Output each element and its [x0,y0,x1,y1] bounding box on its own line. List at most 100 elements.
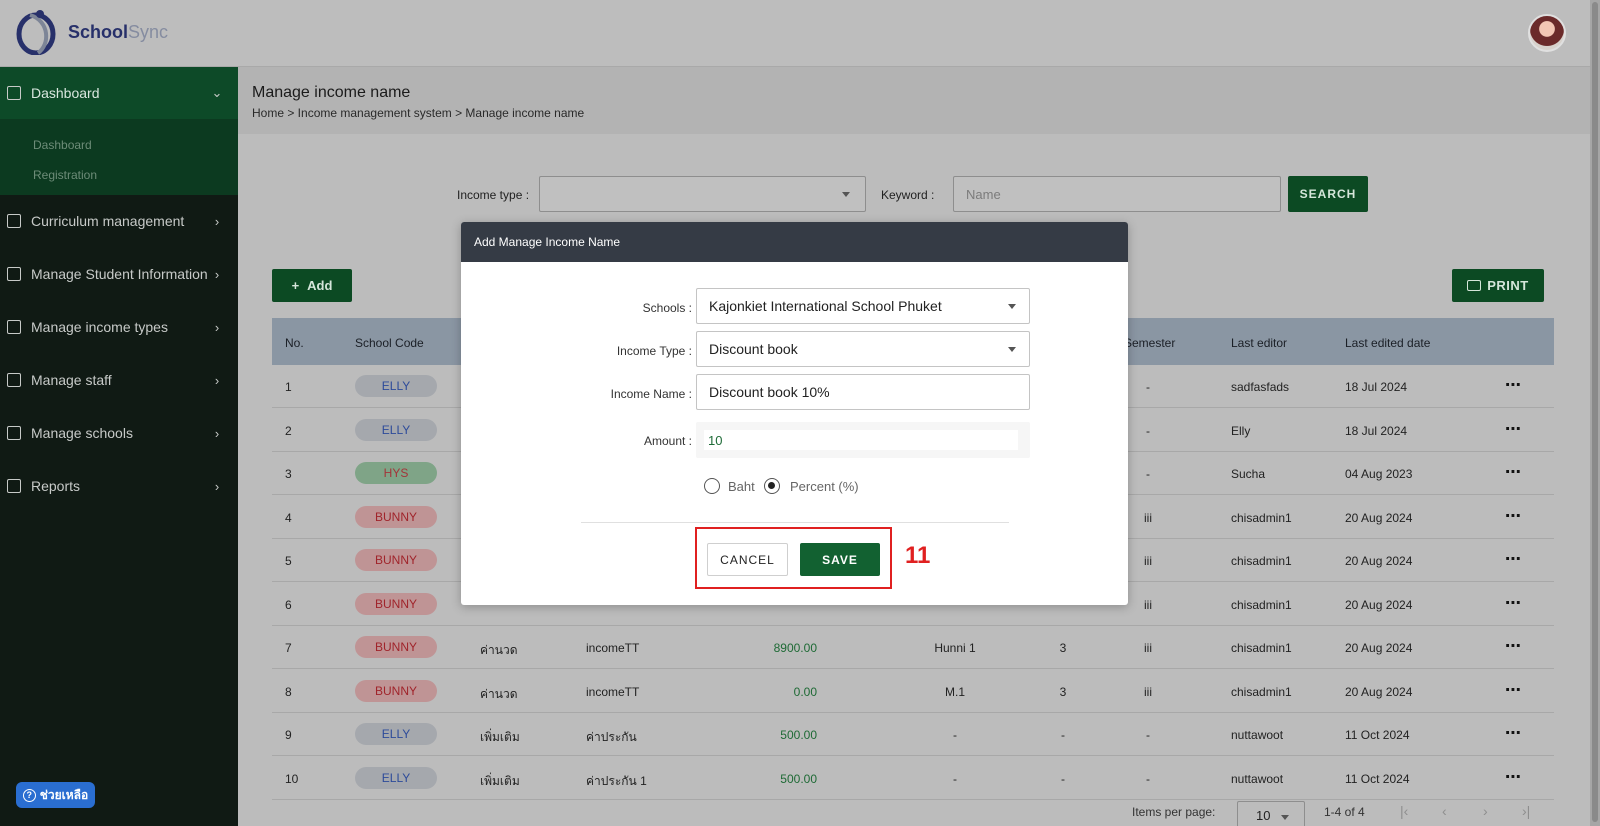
page-header [238,67,1590,134]
subitem-dashboard[interactable]: Dashboard [33,138,92,152]
cell-last-edited-date: 04 Aug 2023 [1345,467,1413,481]
sidebar-item-label: Manage staff [31,372,112,388]
schools-label: Schools : [642,301,692,315]
sidebar-item-schools[interactable]: Manage schools › [0,407,238,459]
help-button[interactable]: ? ช่วยเหลือ [16,782,95,808]
print-button[interactable]: PRINT [1452,269,1544,302]
cell-last-editor: chisadmin1 [1231,554,1292,568]
cell-semester: - [1146,467,1150,481]
baht-radio[interactable] [704,478,720,494]
cell-semester: iii [1144,597,1152,612]
dialog-divider [581,522,1009,523]
items-per-page-label: Items per page: [1132,805,1216,819]
last-page-icon[interactable]: ›| [1522,803,1530,819]
table-row: BUNNY 7 ค่านวด incomeTT 8900.00 Hunni 1 3 iii ch… [272,626,1554,669]
cell-year: 3 [1059,641,1067,655]
question-icon: ? [22,788,36,802]
percent-radio[interactable] [764,478,780,494]
step-number: 11 [905,542,931,569]
more-actions-icon[interactable]: ⋯ [1505,636,1522,656]
sidebar-item-curriculum[interactable]: Curriculum management › [0,195,238,247]
school-code-badge: ELLY [355,418,437,441]
cell-no: 6 [285,597,292,612]
income-type-select[interactable] [539,176,866,212]
search-button[interactable]: SEARCH [1288,176,1368,212]
amount-label: Amount : [643,434,692,448]
cell-level: Hunni 1 [934,641,976,655]
brand-name: SchoolSync [68,22,169,42]
user-avatar[interactable] [1528,14,1566,52]
cell-no: 3 [285,467,292,481]
col-semester: Semester [1124,336,1176,350]
income-type-label: Income type : [457,188,530,202]
table-row: ELLY 10 เพิ่มเติม ค่าประกัน 1 500.00 - - - nutta… [272,757,1554,800]
cell-level: M.1 [944,684,966,699]
cell-amount: 0.00 [793,684,817,699]
col-last-editor: Last editor [1231,336,1288,350]
cell-income-type: ค่านวด [480,686,518,701]
more-actions-icon[interactable]: ⋯ [1505,723,1522,743]
schools-select[interactable]: Kajonkiet International School Phuket [696,288,1030,324]
cell-last-edited-date: 18 Jul 2024 [1345,380,1408,394]
chevron-right-icon: › [214,478,220,494]
add-label: Add [307,278,333,293]
keyword-input[interactable]: Name [953,176,1281,212]
cell-last-editor: chisadmin1 [1231,510,1292,525]
save-button[interactable]: SAVE [800,543,880,576]
percent-label: Percent (%) [790,479,859,494]
keyword-label: Keyword : [881,188,935,202]
more-actions-icon[interactable]: ⋯ [1505,680,1522,700]
more-actions-icon[interactable]: ⋯ [1505,549,1522,569]
sidebar-item-dashboard[interactable]: Dashboard ⌄ [0,67,238,119]
cell-no: 8 [285,684,292,699]
chevron-down-icon [842,192,850,197]
amount-input[interactable]: 10 [704,430,1018,450]
cell-last-editor: nuttawoot [1231,771,1284,786]
sidebar-item-students[interactable]: Manage Student Information › [0,248,238,300]
income-type-select[interactable]: Discount book [696,331,1030,367]
items-per-page-select[interactable]: 10 [1237,801,1305,826]
cancel-button[interactable]: CANCEL [707,543,788,576]
sidebar-item-income-types[interactable]: Manage income types › [0,301,238,353]
cell-last-editor: Sucha [1231,467,1266,481]
cell-last-edited-date: 20 Aug 2024 [1345,510,1413,525]
cell-semester: iii [1144,684,1152,699]
school-code-badge: BUNNY [355,636,437,658]
add-button[interactable]: + Add [272,269,352,302]
sidebar: Dashboard ⌄ Dashboard Registration Curri… [0,67,238,826]
more-actions-icon[interactable]: ⋯ [1505,593,1522,613]
table-row: ELLY 9 เพิ่มเติม ค่าประกัน 500.00 - - - nuttawoo… [272,713,1554,756]
first-page-icon[interactable]: |‹ [1400,803,1408,819]
more-actions-icon[interactable]: ⋯ [1505,462,1522,482]
chevron-right-icon: › [214,319,220,335]
school-code-badge: BUNNY [355,505,437,528]
sidebar-item-label: Manage income types [31,319,168,335]
more-actions-icon[interactable]: ⋯ [1505,767,1522,787]
school-code-badge: ELLY [355,375,437,397]
school-code-badge: ELLY [355,766,437,789]
cell-level: - [953,771,957,786]
chevron-down-icon [1008,304,1016,309]
prev-page-icon[interactable]: ‹ [1442,803,1447,819]
cell-last-editor: sadfasfads [1231,380,1290,394]
school-code-badge: BUNNY [355,592,437,615]
income-type-label: Income Type : [616,344,692,358]
sidebar-item-reports[interactable]: Reports › [0,460,238,512]
school-code-badge: ELLY [355,723,437,745]
more-actions-icon[interactable]: ⋯ [1505,506,1522,526]
scrollbar-thumb[interactable] [1592,2,1598,822]
chevron-right-icon: › [214,213,220,229]
more-actions-icon[interactable]: ⋯ [1505,375,1522,395]
cell-semester: - [1146,380,1150,394]
next-page-icon[interactable]: › [1483,803,1488,819]
subitem-registration[interactable]: Registration [33,168,97,182]
page-range: 1-4 of 4 [1324,805,1365,819]
income-name-input[interactable]: Discount book 10% [696,374,1030,410]
cell-semester: iii [1144,510,1152,525]
cell-income-name: ค่าประกัน [586,730,637,744]
staff-icon [7,373,21,387]
chevron-right-icon: › [214,266,220,282]
more-actions-icon[interactable]: ⋯ [1505,419,1522,439]
cell-last-edited-date: 11 Oct 2024 [1345,771,1410,786]
sidebar-item-staff[interactable]: Manage staff › [0,354,238,406]
